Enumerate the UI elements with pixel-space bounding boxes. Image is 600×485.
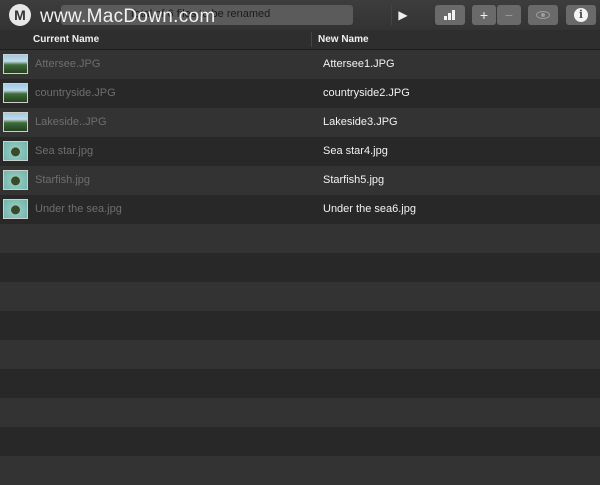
new-name-cell: Under the sea6.jpg — [323, 203, 416, 215]
empty-row — [0, 282, 600, 311]
new-name-cell: Attersee1.JPG — [323, 58, 395, 70]
current-name-cell: Starfish.jpg — [35, 174, 91, 186]
statistics-button[interactable] — [435, 5, 465, 25]
minus-icon: − — [504, 7, 514, 23]
current-name-cell: Under the sea.jpg — [35, 203, 122, 215]
preview-button[interactable] — [528, 5, 558, 25]
table-row[interactable]: Lakeside..JPG Lakeside3.JPG — [0, 108, 600, 137]
file-thumbnail — [3, 112, 28, 132]
empty-row — [0, 340, 600, 369]
current-name-cell: Sea star.jpg — [35, 145, 94, 157]
info-button[interactable]: i — [566, 5, 596, 25]
new-name-cell: Lakeside3.JPG — [323, 116, 398, 128]
empty-row — [0, 253, 600, 282]
empty-row — [0, 369, 600, 398]
plus-icon: + — [479, 7, 489, 23]
new-name-cell: Sea star4.jpg — [323, 145, 388, 157]
eye-pupil — [541, 13, 545, 17]
table-header: Current Name New Name — [0, 30, 600, 50]
file-list: Attersee.JPG Attersee1.JPG countryside.JPG… — [0, 50, 600, 485]
table-row[interactable]: Sea star.jpg Sea star4.jpg — [0, 137, 600, 166]
add-button[interactable]: + — [472, 5, 496, 25]
play-icon: ▶ — [398, 8, 408, 22]
new-name-cell: Starfish5.jpg — [323, 174, 385, 186]
file-thumbnail — [3, 141, 28, 161]
current-name-cell: Attersee.JPG — [35, 58, 101, 70]
app-logo-icon: M — [9, 4, 31, 26]
info-icon: i — [574, 8, 588, 22]
table-row[interactable]: countryside.JPG countryside2.JPG — [0, 79, 600, 108]
column-divider[interactable] — [311, 32, 312, 47]
toolbar: M Total of 6 files to be renamed ▶ www.M… — [0, 0, 600, 31]
watermark: www.MacDown.com — [40, 6, 216, 27]
play-button[interactable]: ▶ — [391, 5, 414, 25]
file-thumbnail — [3, 170, 28, 190]
column-header-new-name[interactable]: New Name — [318, 34, 369, 45]
table-row[interactable]: Starfish.jpg Starfish5.jpg — [0, 166, 600, 195]
current-name-cell: countryside.JPG — [35, 87, 116, 99]
new-name-cell: countryside2.JPG — [323, 87, 410, 99]
table-row[interactable]: Under the sea.jpg Under the sea6.jpg — [0, 195, 600, 224]
empty-row — [0, 427, 600, 456]
empty-row — [0, 224, 600, 253]
empty-row — [0, 311, 600, 340]
current-name-cell: Lakeside..JPG — [35, 116, 107, 128]
file-thumbnail — [3, 54, 28, 74]
file-thumbnail — [3, 83, 28, 103]
remove-button[interactable]: − — [497, 5, 521, 25]
file-thumbnail — [3, 199, 28, 219]
column-header-current-name[interactable]: Current Name — [33, 34, 99, 45]
bar-chart-icon — [444, 10, 456, 20]
table-row[interactable]: Attersee.JPG Attersee1.JPG — [0, 50, 600, 79]
empty-row — [0, 398, 600, 427]
empty-row — [0, 456, 600, 485]
